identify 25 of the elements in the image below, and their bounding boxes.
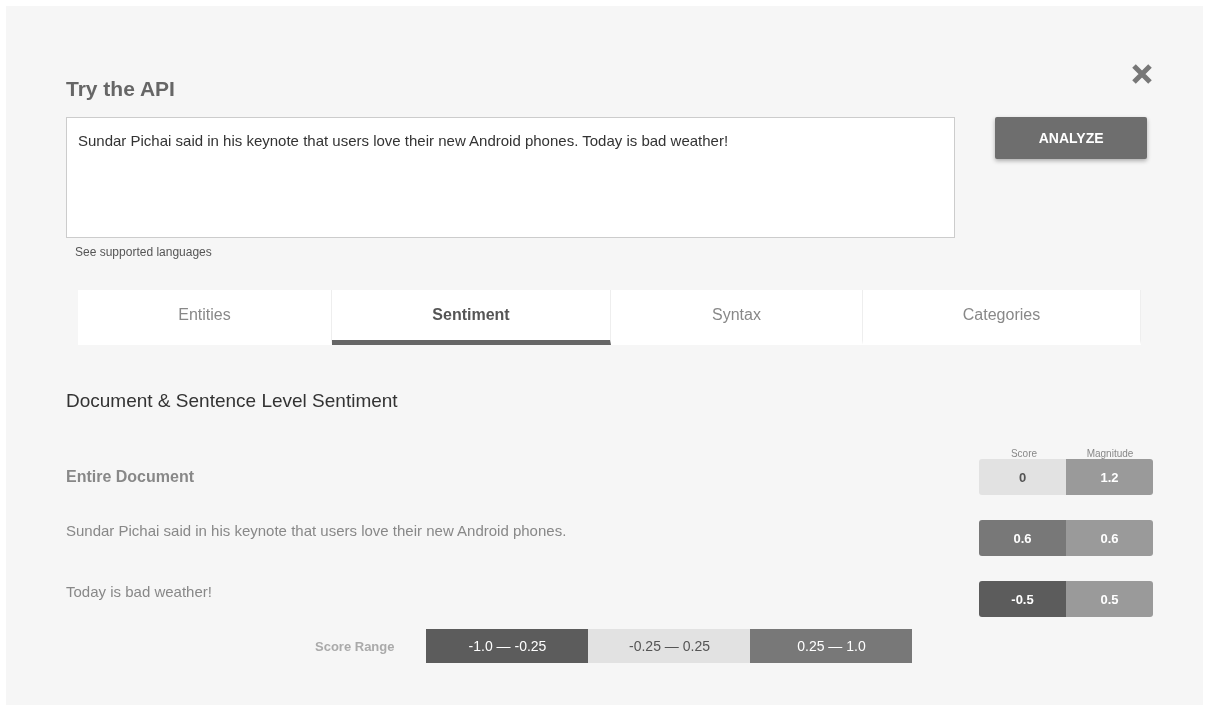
document-label: Entire Document bbox=[66, 468, 194, 486]
score-range-segment: -1.0 — -0.25 bbox=[426, 629, 589, 663]
analyze-button[interactable]: ANALYZE bbox=[995, 117, 1147, 159]
section-title: Document & Sentence Level Sentiment bbox=[66, 390, 399, 412]
magnitude-value: 0.6 bbox=[1066, 520, 1153, 556]
dialog-title: Try the API bbox=[66, 77, 176, 101]
score-range-segment: -0.25 — 0.25 bbox=[588, 629, 751, 663]
tab[interactable]: Entities bbox=[78, 290, 332, 345]
tab[interactable]: Categories bbox=[863, 290, 1141, 345]
score-value: 0.6 bbox=[979, 520, 1066, 556]
column-header: Score bbox=[1009, 448, 1039, 459]
close-icon[interactable] bbox=[1131, 63, 1153, 85]
text-input-field[interactable]: Sundar Pichai said in his keynote that users love their new Android phones. Today is bad weather! bbox=[66, 117, 956, 238]
score-value: 0 bbox=[979, 459, 1066, 495]
column-header: Magnitude bbox=[1085, 448, 1135, 459]
supported-languages-link[interactable]: See supported languages bbox=[75, 245, 212, 259]
sentence-text: Sundar Pichai said in his keynote that users love their new Android phones. bbox=[66, 521, 567, 539]
sentence-text: Today is bad weather! bbox=[66, 582, 212, 600]
score-value: -0.5 bbox=[979, 581, 1066, 617]
magnitude-value: 1.2 bbox=[1066, 459, 1153, 495]
score-range-segment: 0.25 — 1.0 bbox=[750, 629, 913, 663]
score-range-label: Score Range bbox=[315, 638, 395, 654]
tab[interactable]: Sentiment bbox=[332, 290, 611, 345]
tab[interactable]: Syntax bbox=[611, 290, 863, 345]
magnitude-value: 0.5 bbox=[1066, 581, 1153, 617]
